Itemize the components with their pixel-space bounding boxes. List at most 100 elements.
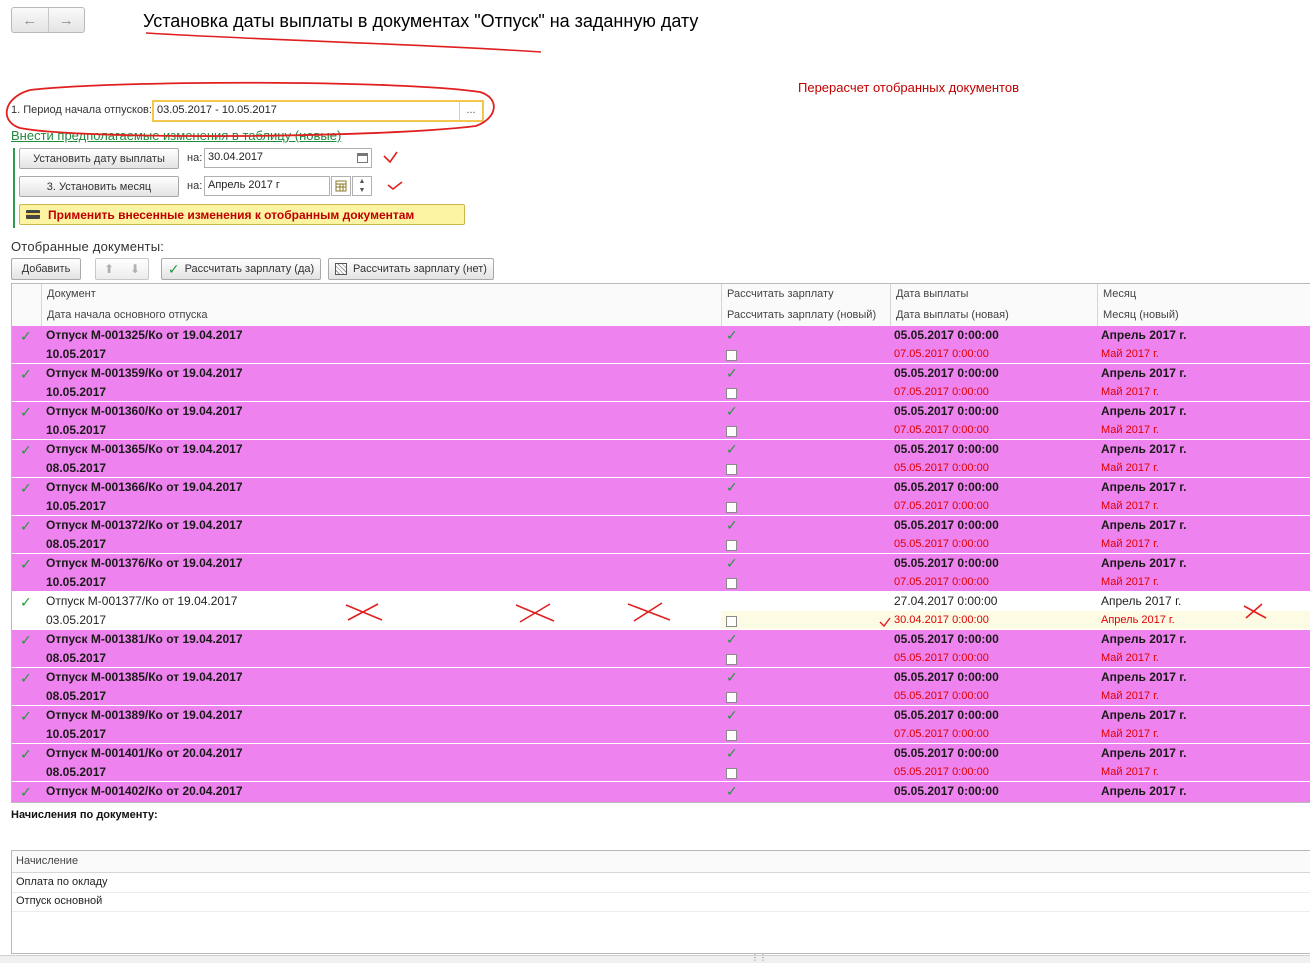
- cell-start[interactable]: 08.05.2017: [46, 763, 106, 782]
- cell-pay[interactable]: 05.05.2017 0:00:00: [894, 782, 999, 801]
- cell-pay-new[interactable]: 07.05.2017 0:00:00: [894, 421, 989, 440]
- cell-start[interactable]: 10.05.2017: [46, 725, 106, 744]
- cell-pay[interactable]: 05.05.2017 0:00:00: [894, 516, 999, 535]
- table-row[interactable]: ✓ Отпуск М-001402/Ко от 20.04.2017 ✓ 05.05.…: [12, 782, 1310, 802]
- cell-pay[interactable]: 27.04.2017 0:00:00: [894, 592, 997, 611]
- calc-new-checkbox[interactable]: [726, 654, 737, 665]
- calc-yes-button[interactable]: ✓ Рассчитать зарплату (да): [161, 258, 321, 280]
- cell-pay[interactable]: 05.05.2017 0:00:00: [894, 440, 999, 459]
- cell-month[interactable]: Апрель 2017 г.: [1101, 440, 1186, 459]
- cell-pay-new[interactable]: 05.05.2017 0:00:00: [894, 763, 989, 782]
- cell-month[interactable]: Апрель 2017 г.: [1101, 478, 1186, 497]
- move-up-icon[interactable]: ⬆: [96, 259, 122, 279]
- period-input[interactable]: 03.05.2017 - 10.05.2017 ...: [152, 100, 484, 122]
- period-select-button[interactable]: ...: [459, 102, 482, 120]
- cell-doc[interactable]: Отпуск М-001365/Ко от 19.04.2017: [46, 440, 243, 459]
- table-row[interactable]: ✓ Отпуск М-001376/Ко от 19.04.2017 10.05.2…: [12, 554, 1310, 592]
- cell-month[interactable]: Апрель 2017 г.: [1101, 402, 1186, 421]
- calc-new-checkbox[interactable]: [726, 350, 737, 361]
- cell-pay[interactable]: 05.05.2017 0:00:00: [894, 706, 999, 725]
- resize-grip-icon[interactable]: ⋮⋮: [751, 954, 767, 962]
- calc-no-button[interactable]: Рассчитать зарплату (нет): [328, 258, 494, 280]
- cell-month-new[interactable]: Май 2017 г.: [1101, 459, 1159, 478]
- cell-month[interactable]: Апрель 2017 г.: [1101, 668, 1186, 687]
- col-header-pay[interactable]: Дата выплаты: [890, 284, 1098, 305]
- cell-pay[interactable]: 05.05.2017 0:00:00: [894, 364, 999, 383]
- table-row[interactable]: ✓ Отпуск М-001360/Ко от 19.04.2017 10.05.2…: [12, 402, 1310, 440]
- cell-pay-new[interactable]: 07.05.2017 0:00:00: [894, 725, 989, 744]
- calc-new-checkbox[interactable]: [726, 692, 737, 703]
- calc-new-checkbox[interactable]: [726, 388, 737, 399]
- arrow-left-icon[interactable]: ←: [12, 8, 48, 32]
- cell-start[interactable]: 10.05.2017: [46, 497, 106, 516]
- cell-start[interactable]: 10.05.2017: [46, 383, 106, 402]
- move-down-icon[interactable]: ⬇: [122, 259, 148, 279]
- set-date-button[interactable]: Установить дату выплаты: [19, 148, 179, 169]
- cell-month[interactable]: Апрель 2017 г.: [1101, 630, 1186, 649]
- table-row[interactable]: ✓ Отпуск М-001365/Ко от 19.04.2017 08.05.2…: [12, 440, 1310, 478]
- month-input[interactable]: Апрель 2017 г: [204, 176, 330, 196]
- cell-start[interactable]: 08.05.2017: [46, 687, 106, 706]
- pay-date-input[interactable]: 30.04.2017: [204, 148, 372, 168]
- cell-pay[interactable]: 05.05.2017 0:00:00: [894, 326, 999, 345]
- cell-pay[interactable]: 05.05.2017 0:00:00: [894, 478, 999, 497]
- table-row[interactable]: ✓ Отпуск М-001401/Ко от 20.04.2017 08.05.2…: [12, 744, 1310, 782]
- cell-month-new[interactable]: Май 2017 г.: [1101, 535, 1159, 554]
- table-row[interactable]: ✓ Отпуск М-001389/Ко от 19.04.2017 10.05.2…: [12, 706, 1310, 744]
- cell-doc[interactable]: Отпуск М-001401/Ко от 20.04.2017: [46, 744, 243, 763]
- cell-month-new[interactable]: Апрель 2017 г.: [1101, 611, 1175, 630]
- cell-month[interactable]: Апрель 2017 г.: [1101, 326, 1186, 345]
- arrow-right-icon[interactable]: →: [47, 8, 85, 32]
- spin-up-icon[interactable]: ▲: [353, 177, 371, 186]
- table-row[interactable]: ✓ Отпуск М-001359/Ко от 19.04.2017 10.05.2…: [12, 364, 1310, 402]
- table-row[interactable]: ✓ Отпуск М-001381/Ко от 19.04.2017 08.05.2…: [12, 630, 1310, 668]
- cell-start[interactable]: 08.05.2017: [46, 459, 106, 478]
- cell-pay-new[interactable]: 05.05.2017 0:00:00: [894, 459, 989, 478]
- cell-month-new[interactable]: Май 2017 г.: [1101, 573, 1159, 592]
- calc-new-checkbox[interactable]: [726, 616, 737, 627]
- cell-pay[interactable]: 05.05.2017 0:00:00: [894, 744, 999, 763]
- cell-pay[interactable]: 05.05.2017 0:00:00: [894, 554, 999, 573]
- cell-month[interactable]: Апрель 2017 г.: [1101, 744, 1186, 763]
- calc-new-checkbox[interactable]: [726, 426, 737, 437]
- cell-pay-new[interactable]: 05.05.2017 0:00:00: [894, 687, 989, 706]
- accruals-table[interactable]: Начисление Оплата по окладу Отпуск основ…: [11, 850, 1310, 954]
- calc-new-checkbox[interactable]: [726, 578, 737, 589]
- accrual-row[interactable]: Оплата по окладу: [12, 873, 1310, 893]
- cell-month-new[interactable]: Май 2017 г.: [1101, 345, 1159, 364]
- col-header-month[interactable]: Месяц: [1097, 284, 1307, 305]
- col-header-pay-sub[interactable]: Дата выплаты (новая): [890, 305, 1098, 326]
- cell-pay[interactable]: 05.05.2017 0:00:00: [894, 630, 999, 649]
- cell-month[interactable]: Апрель 2017 г.: [1101, 706, 1186, 725]
- cell-doc[interactable]: Отпуск М-001402/Ко от 20.04.2017: [46, 782, 243, 801]
- cell-month-new[interactable]: Май 2017 г.: [1101, 421, 1159, 440]
- col-header-doc[interactable]: Документ: [41, 284, 722, 305]
- spin-down-icon[interactable]: ▼: [353, 186, 371, 195]
- cell-start[interactable]: 10.05.2017: [46, 573, 106, 592]
- col-header-month-sub[interactable]: Месяц (новый): [1097, 305, 1307, 326]
- cell-month[interactable]: Апрель 2017 г.: [1101, 592, 1181, 611]
- cell-month-new[interactable]: Май 2017 г.: [1101, 763, 1159, 782]
- cell-pay-new[interactable]: 07.05.2017 0:00:00: [894, 573, 989, 592]
- col-header-doc-sub[interactable]: Дата начала основного отпуска: [41, 305, 722, 326]
- col-header-calc[interactable]: Рассчитать зарплату: [721, 284, 891, 305]
- cell-start[interactable]: 10.05.2017: [46, 345, 106, 364]
- calc-new-checkbox[interactable]: [726, 730, 737, 741]
- calc-new-checkbox[interactable]: [726, 540, 737, 551]
- cell-pay[interactable]: 05.05.2017 0:00:00: [894, 668, 999, 687]
- accruals-header[interactable]: Начисление: [12, 851, 1310, 873]
- cell-month[interactable]: Апрель 2017 г.: [1101, 782, 1186, 801]
- month-spinner[interactable]: ▲ ▼: [352, 176, 372, 196]
- cell-doc[interactable]: Отпуск М-001376/Ко от 19.04.2017: [46, 554, 243, 573]
- cell-start[interactable]: 08.05.2017: [46, 535, 106, 554]
- cell-pay-new[interactable]: 30.04.2017 0:00:00: [894, 611, 989, 630]
- set-month-button[interactable]: 3. Установить месяц: [19, 176, 179, 197]
- calendar-icon[interactable]: [357, 153, 368, 163]
- cell-doc[interactable]: Отпуск М-001366/Ко от 19.04.2017: [46, 478, 243, 497]
- cell-doc[interactable]: Отпуск М-001360/Ко от 19.04.2017: [46, 402, 243, 421]
- month-picker-button[interactable]: [331, 176, 351, 196]
- documents-table[interactable]: Документ Рассчитать зарплату Дата выплат…: [11, 283, 1310, 803]
- calc-new-checkbox[interactable]: [726, 464, 737, 475]
- cell-pay[interactable]: 05.05.2017 0:00:00: [894, 402, 999, 421]
- cell-doc[interactable]: Отпуск М-001359/Ко от 19.04.2017: [46, 364, 243, 383]
